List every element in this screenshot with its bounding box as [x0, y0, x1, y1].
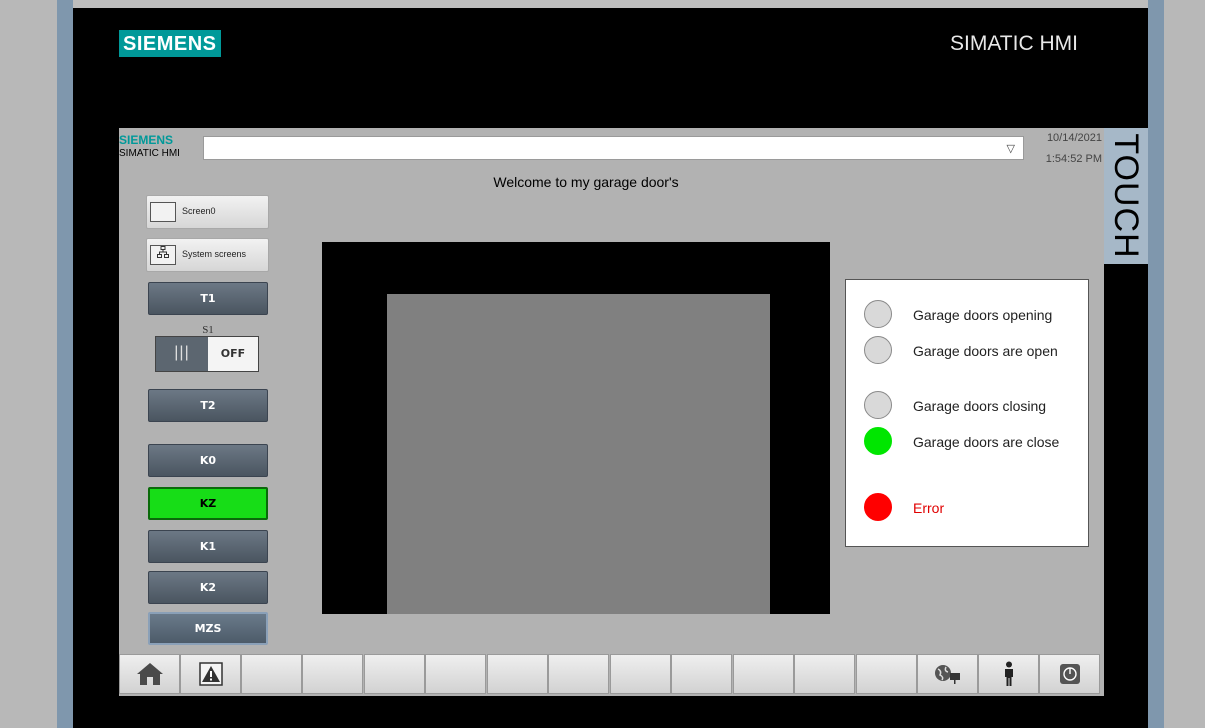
home-icon [136, 663, 163, 685]
screen0-button-label: Screen0 [182, 206, 216, 216]
s1-toggle-switch[interactable]: ||| OFF [155, 336, 259, 372]
hmi-screen: SIEMENS SIMATIC HMI ▽ 10/14/2021 1:54:52… [119, 128, 1104, 696]
language-button[interactable] [917, 654, 978, 694]
page-title: Welcome to my garage door's [493, 174, 679, 190]
screen-select-dropdown[interactable]: ▽ [203, 136, 1024, 160]
touch-side-label: TOUCH [1107, 133, 1145, 259]
header-model-label: SIMATIC HMI [119, 148, 180, 159]
k2-button[interactable]: K2 [148, 571, 268, 604]
screen0-button[interactable]: Screen0 [146, 195, 269, 229]
taskbar-button-3[interactable] [241, 654, 302, 694]
taskbar-button-13[interactable] [856, 654, 917, 694]
taskbar-button-7[interactable] [487, 654, 548, 694]
header-date: 10/14/2021 [1046, 132, 1102, 144]
bezel-model-label: SIMATIC HMI [950, 32, 1078, 55]
lamp-error [864, 493, 892, 521]
taskbar-button-4[interactable] [302, 654, 363, 694]
language-globe-icon [934, 665, 960, 684]
power-button[interactable] [1039, 654, 1100, 694]
lamp-closing [864, 391, 892, 419]
taskbar-button-12[interactable] [794, 654, 855, 694]
garage-door-frame [322, 242, 830, 614]
status-legend-panel: Garage doors opening Garage doors are op… [845, 279, 1089, 547]
mzs-button[interactable]: MZS [148, 612, 268, 645]
lamp-opening-label: Garage doors opening [913, 307, 1053, 323]
lamp-opening [864, 300, 892, 328]
taskbar-button-6[interactable] [425, 654, 486, 694]
taskbar-button-9[interactable] [610, 654, 671, 694]
s1-switch-label: S1 [202, 324, 214, 336]
system-screens-button-label: System screens [182, 249, 247, 259]
system-screens-button[interactable]: System screens [146, 238, 269, 272]
user-button[interactable] [978, 654, 1039, 694]
garage-door-panel [387, 294, 770, 614]
header-brand-logo: SIEMENS [119, 133, 174, 147]
lamp-error-label: Error [913, 500, 945, 516]
alarm-button[interactable] [180, 654, 241, 694]
lamp-closed [864, 427, 892, 455]
k0-button[interactable]: K0 [148, 444, 268, 477]
user-icon [1004, 661, 1013, 686]
header-time: 1:54:52 PM [1045, 153, 1102, 165]
network-tree-icon [150, 245, 176, 265]
lamp-closed-label: Garage doors are close [913, 434, 1060, 450]
t1-button[interactable]: T1 [148, 282, 268, 315]
t2-button[interactable]: T2 [148, 389, 268, 422]
lamp-open [864, 336, 892, 364]
taskbar-button-8[interactable] [548, 654, 609, 694]
home-button[interactable] [119, 654, 180, 694]
kz-button[interactable]: KZ [148, 487, 268, 520]
switch-grip-icon: ||| [156, 337, 208, 371]
lamp-closing-label: Garage doors closing [913, 398, 1047, 414]
outer-frame-right [1164, 0, 1205, 728]
alarm-warning-icon [198, 662, 223, 686]
screen-icon [150, 202, 176, 222]
outer-frame-left-strip [57, 0, 73, 728]
lamp-open-label: Garage doors are open [913, 343, 1058, 359]
bottom-taskbar [119, 654, 1100, 696]
outer-frame-right-strip [1148, 0, 1164, 728]
outer-frame-left [0, 0, 57, 728]
k1-button[interactable]: K1 [148, 530, 268, 563]
bezel-brand-logo: SIEMENS [119, 30, 221, 57]
taskbar-button-10[interactable] [671, 654, 732, 694]
taskbar-button-5[interactable] [364, 654, 425, 694]
taskbar-button-11[interactable] [733, 654, 794, 694]
s1-switch-state: OFF [220, 347, 246, 360]
chevron-down-icon: ▽ [1006, 143, 1015, 155]
power-icon [1059, 664, 1080, 684]
